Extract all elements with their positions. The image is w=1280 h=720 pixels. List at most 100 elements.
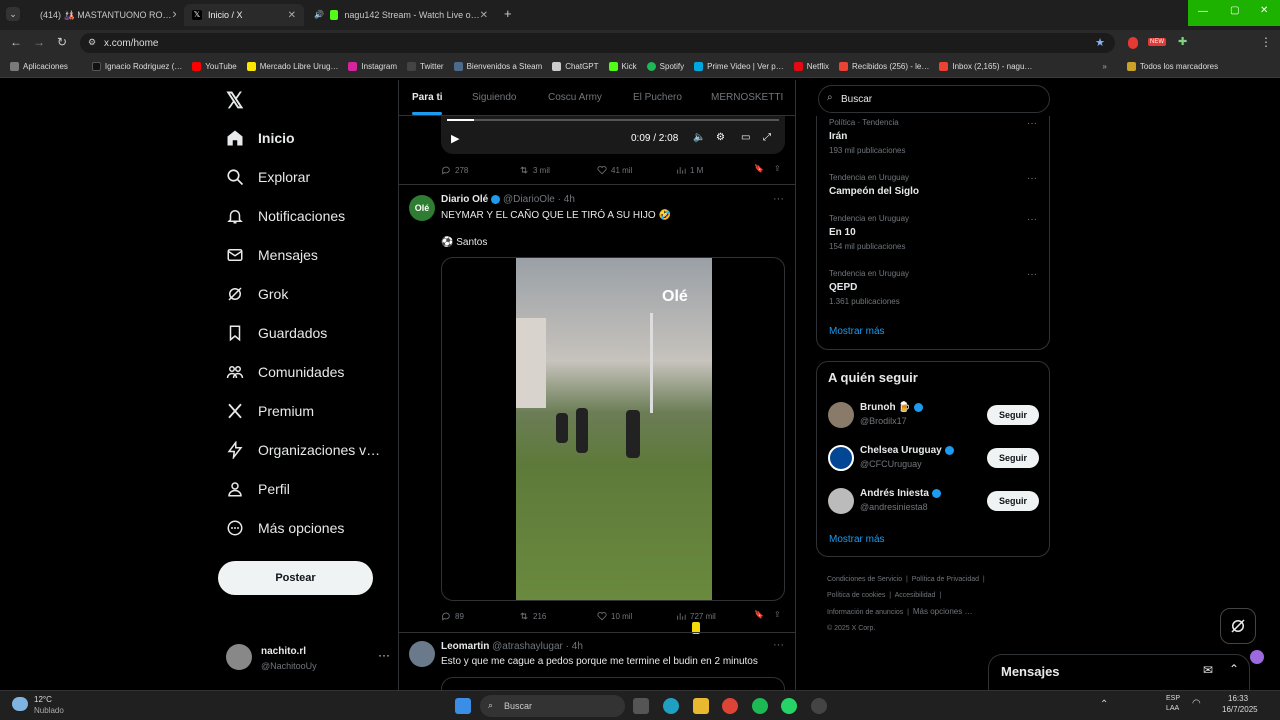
forward-icon[interactable]: → [33,35,45,49]
nav-perfil[interactable]: Perfil [226,471,290,507]
new-message-icon[interactable]: ✉ [1203,663,1213,677]
extension-floating-icon[interactable] [1250,650,1264,664]
trend-item[interactable]: Tendencia en Uruguay QEPD 1.361 publicac… [817,267,1049,312]
trend-item[interactable]: Política · Tendencia Irán 193 mil public… [817,116,1049,161]
footer-link[interactable]: Política de Privacidad [912,576,979,583]
bookmark-item[interactable]: Twitter [407,62,444,71]
site-info-icon[interactable]: ⚙ [88,37,96,48]
more-icon[interactable]: ··· [1027,269,1037,280]
nav-explorar[interactable]: Explorar [226,159,310,195]
post-handle[interactable]: @atrashaylugar [492,641,563,652]
minimize-button[interactable]: — [1198,6,1208,17]
pip-icon[interactable]: ▭ [741,132,750,143]
edge-icon[interactable] [663,698,679,714]
play-icon[interactable]: ▶ [451,132,459,145]
extensions-icon[interactable]: ✚ [1178,35,1187,48]
taskbar-search[interactable]: ⌕ Buscar [480,695,625,717]
follow-button[interactable]: Seguir [987,491,1039,511]
nav-mensajes[interactable]: Mensajes [226,237,318,273]
chevron-up-icon[interactable]: ⌃ [1229,662,1239,676]
close-icon[interactable]: ✕ [172,10,176,21]
bookmark-item[interactable]: ChatGPT [552,62,599,71]
more-icon[interactable]: ··· [378,648,390,662]
tab-para-ti[interactable]: Para ti [412,92,443,103]
trend-item[interactable]: Tendencia en Uruguay En 10 154 mil publi… [817,212,1049,257]
explorer-icon[interactable] [693,698,709,714]
close-icon[interactable]: ✕ [480,10,488,21]
windows-start-icon[interactable] [455,698,471,714]
more-icon[interactable]: ··· [773,639,784,651]
footer-link[interactable]: Política de cookies [827,592,885,599]
tab-kick[interactable]: 🔊 nagu142 Stream - Watch Live o… ✕ [306,4,496,26]
post-card[interactable]: Olé Diario Olé @DiarioOle · 4h ··· NEYMA… [399,185,795,632]
share-icon[interactable]: ⇪ [774,164,781,173]
url-field[interactable]: ⚙ x.com/home ★ [80,33,1115,53]
bookmark-item[interactable]: Netflix [793,62,829,71]
bookmark-item[interactable]: Bienvenidos a Steam [453,62,542,71]
new-badge-icon[interactable]: NEW [1148,38,1166,46]
follow-button[interactable]: Seguir [987,405,1039,425]
reply-button[interactable]: 278 [441,165,468,175]
app-icon[interactable] [811,698,827,714]
taskview-icon[interactable] [633,698,649,714]
post-button[interactable]: Postear [218,561,373,595]
maximize-button[interactable]: ▢ [1230,5,1239,16]
post-card[interactable]: Leomartin @atrashaylugar · 4h ··· Esto y… [399,633,795,690]
show-more-link[interactable]: Mostrar más [829,326,885,337]
post-author[interactable]: Leomartin [441,641,489,652]
volume-icon[interactable]: 🔈 [693,132,705,143]
nav-guardados[interactable]: Guardados [226,315,327,351]
video-progress-bar[interactable] [447,119,779,121]
new-tab-button[interactable]: + [504,6,512,21]
like-button[interactable]: 10 mil [597,611,632,621]
bookmark-item[interactable]: YouTube [192,62,237,71]
follow-item[interactable]: Chelsea Uruguay @CFCUruguay Seguir [817,441,1049,477]
repost-button[interactable]: 3 mil [519,165,550,175]
nav-comunidades[interactable]: Comunidades [226,354,344,390]
post-author[interactable]: Diario Olé [441,194,488,205]
footer-link[interactable]: Accesibilidad [895,592,936,599]
bookmark-icon[interactable]: 🔖 [754,610,764,619]
back-icon[interactable]: ← [10,35,22,49]
extension-icon[interactable] [1128,37,1138,49]
chevron-right-icon[interactable]: » [1102,62,1106,71]
tab-youtube[interactable]: (414) 🎎 MASTANTUONO RO… ✕ [26,4,176,26]
clock-date[interactable]: 16/7/2025 [1222,705,1258,714]
post-handle[interactable]: @DiarioOle [503,194,555,205]
more-icon[interactable]: ··· [1027,118,1037,129]
grok-float-button[interactable] [1220,608,1256,644]
close-window-button[interactable]: ✕ [1260,5,1268,16]
chrome-icon[interactable] [722,698,738,714]
footer-link[interactable]: Información de anuncios [827,609,903,616]
post-video[interactable]: Olé [441,257,785,601]
post-time[interactable]: · 4h [558,194,575,205]
tab-coscu-army[interactable]: Coscu Army [548,92,602,103]
footer-link[interactable]: Más opciones … [913,607,973,616]
bookmark-item[interactable]: Inbox (2,165) - nagu… [939,62,1032,71]
nav-notificaciones[interactable]: Notificaciones [226,198,345,234]
tab-x[interactable]: 𝕏 Inicio / X ✕ [184,4,304,26]
bookmark-item[interactable]: Aplicaciones [10,62,68,71]
chevron-up-icon[interactable]: ⌃ [1100,699,1108,710]
follow-item[interactable]: Brunoh 🍺 @Brodilx17 Seguir [817,398,1049,434]
bookmark-icon[interactable]: 🔖 [754,164,764,173]
post-media[interactable] [441,677,785,690]
video-player[interactable]: ▶ 0:09 / 2:08 🔈 ⚙ ▭ ⤢ [441,116,785,154]
account-switcher[interactable]: nachito.rl @NachitooUy ··· [226,642,396,676]
lang1[interactable]: ESP [1166,695,1180,702]
nav-organizaciones[interactable]: Organizaciones v… [226,432,380,468]
reply-button[interactable]: 89 [441,611,464,621]
follow-item[interactable]: Andrés Iniesta @andresiniesta8 Seguir [817,484,1049,520]
messages-drawer[interactable]: Mensajes ✉ ⌃ [988,654,1250,690]
settings-icon[interactable]: ⚙ [716,132,725,143]
like-button[interactable]: 41 mil [597,165,632,175]
star-icon[interactable]: ★ [1095,36,1105,49]
bookmark-item[interactable]: Instagram [348,62,397,71]
views-button[interactable]: 727 mil [676,611,716,621]
search-input[interactable]: ⌕ Buscar [818,85,1050,113]
tab-el-puchero[interactable]: El Puchero [633,92,682,103]
more-icon[interactable]: ··· [1027,173,1037,184]
spotify-icon[interactable] [752,698,768,714]
footer-link[interactable]: Condiciones de Servicio [827,576,902,583]
weather-icon[interactable] [12,697,28,711]
